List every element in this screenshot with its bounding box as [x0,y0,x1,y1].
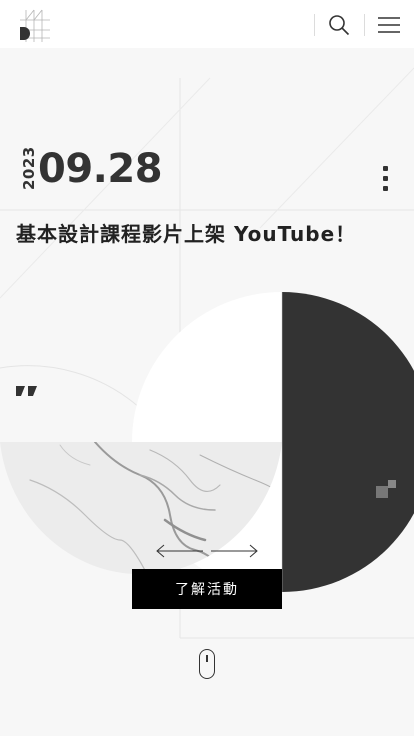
site-header [0,0,414,48]
header-divider [364,14,365,36]
learn-more-button[interactable]: 了解活動 [132,569,282,609]
news-title[interactable]: 基本設計課程影片上架 YouTube！ [16,218,406,247]
header-divider [314,14,315,36]
hamburger-menu-icon[interactable] [378,16,400,34]
blocks-decoration-icon [376,480,396,498]
brand-logo-icon[interactable] [20,8,52,44]
search-icon[interactable] [328,14,350,36]
mouse-scroll-icon[interactable] [199,649,215,679]
news-day: 09.28 [38,146,163,192]
hero-illustration [0,292,414,592]
quote-icon [16,386,37,396]
mouse-wheel [206,655,208,662]
vertical-dots-icon[interactable] [380,166,390,194]
arrow-right-icon[interactable] [210,544,258,558]
news-year: 2023 [20,146,38,190]
arrow-left-icon[interactable] [156,544,204,558]
